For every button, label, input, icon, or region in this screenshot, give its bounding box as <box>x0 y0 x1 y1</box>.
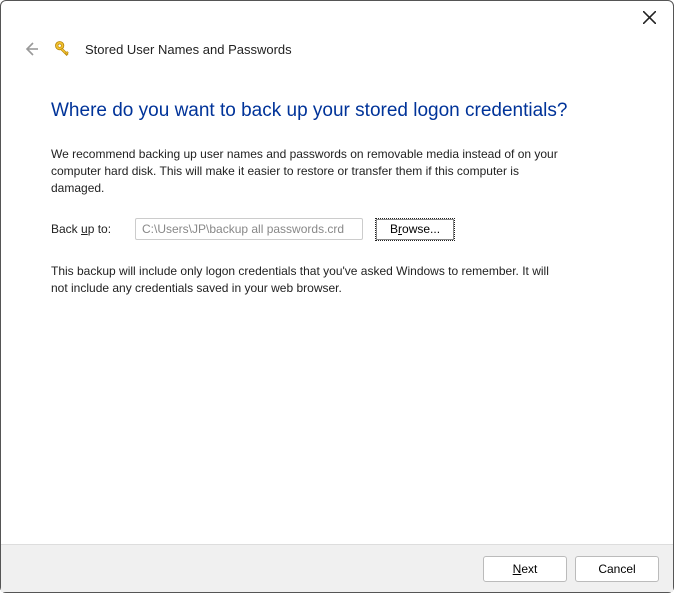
header-bar: Stored User Names and Passwords <box>1 33 673 75</box>
close-icon <box>643 11 656 24</box>
backup-label: Back up to: <box>51 222 123 236</box>
key-icon <box>53 39 73 59</box>
intro-text: We recommend backing up user names and p… <box>51 146 561 198</box>
back-button[interactable] <box>21 39 41 59</box>
cancel-button[interactable]: Cancel <box>575 556 659 582</box>
note-text: This backup will include only logon cred… <box>51 263 561 298</box>
back-arrow-icon <box>23 41 39 57</box>
footer-bar: Next Cancel <box>1 544 673 592</box>
next-button[interactable]: Next <box>483 556 567 582</box>
main-heading: Where do you want to back up your stored… <box>51 99 623 124</box>
page-title: Stored User Names and Passwords <box>85 42 292 57</box>
content-area: Where do you want to back up your stored… <box>1 75 673 298</box>
close-button[interactable] <box>637 5 661 29</box>
backup-path-input[interactable] <box>135 218 363 240</box>
title-bar <box>1 1 673 33</box>
browse-button[interactable]: Browse... <box>375 218 455 241</box>
backup-path-row: Back up to: Browse... <box>51 218 623 241</box>
